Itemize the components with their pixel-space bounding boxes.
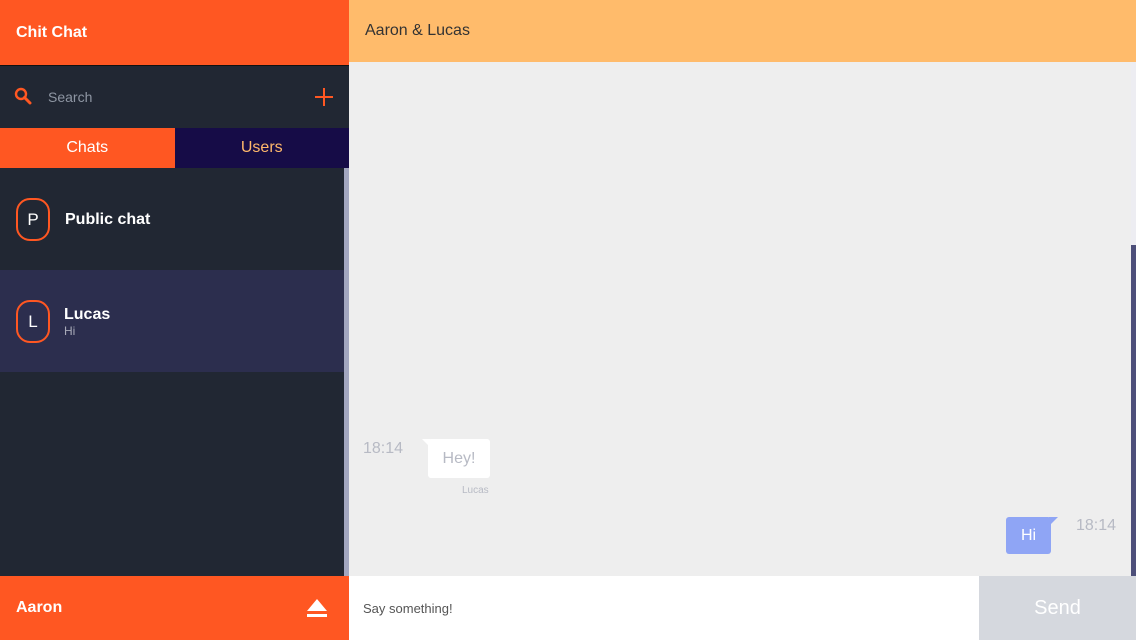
eject-icon[interactable] — [306, 598, 328, 618]
app-title: Chit Chat — [0, 0, 349, 65]
tab-users[interactable]: Users — [174, 128, 349, 168]
message-composer — [349, 576, 979, 640]
tab-chats[interactable]: Chats — [0, 128, 175, 168]
message-sender: Lucas — [462, 485, 489, 496]
incoming-message: Hey! — [428, 439, 490, 478]
plus-icon[interactable] — [314, 87, 334, 107]
user-footer: Aaron — [0, 576, 349, 640]
outgoing-message: Hi — [1006, 517, 1051, 554]
send-button[interactable]: Send — [979, 576, 1136, 640]
message-time: 18:14 — [1076, 517, 1117, 534]
search-icon — [14, 87, 32, 105]
message-area — [349, 62, 1131, 576]
conversation-title: Aaron & Lucas — [349, 0, 1136, 62]
current-user-name: Aaron — [16, 599, 63, 616]
chat-list: P Public chat L Lucas Hi — [0, 168, 344, 576]
chat-item-preview: Hi — [64, 324, 76, 338]
chat-item-name: Lucas — [64, 306, 111, 323]
bubble-tail — [1049, 517, 1058, 526]
search-input[interactable] — [48, 86, 298, 108]
message-scrollbar-thumb[interactable] — [1131, 62, 1136, 245]
sidebar: Chit Chat Chats Users P Public chat L Lu… — [0, 0, 349, 640]
tab-bar: Chats Users — [0, 128, 349, 168]
chat-item-name: Public chat — [65, 211, 151, 228]
message-input[interactable] — [363, 596, 963, 620]
avatar: L — [16, 300, 50, 343]
search-bar — [0, 66, 349, 128]
chat-item-lucas[interactable]: L Lucas Hi — [0, 270, 344, 372]
message-time: 18:14 — [363, 440, 404, 457]
chat-item-public-chat[interactable]: P Public chat — [0, 168, 344, 270]
avatar: P — [16, 198, 50, 241]
